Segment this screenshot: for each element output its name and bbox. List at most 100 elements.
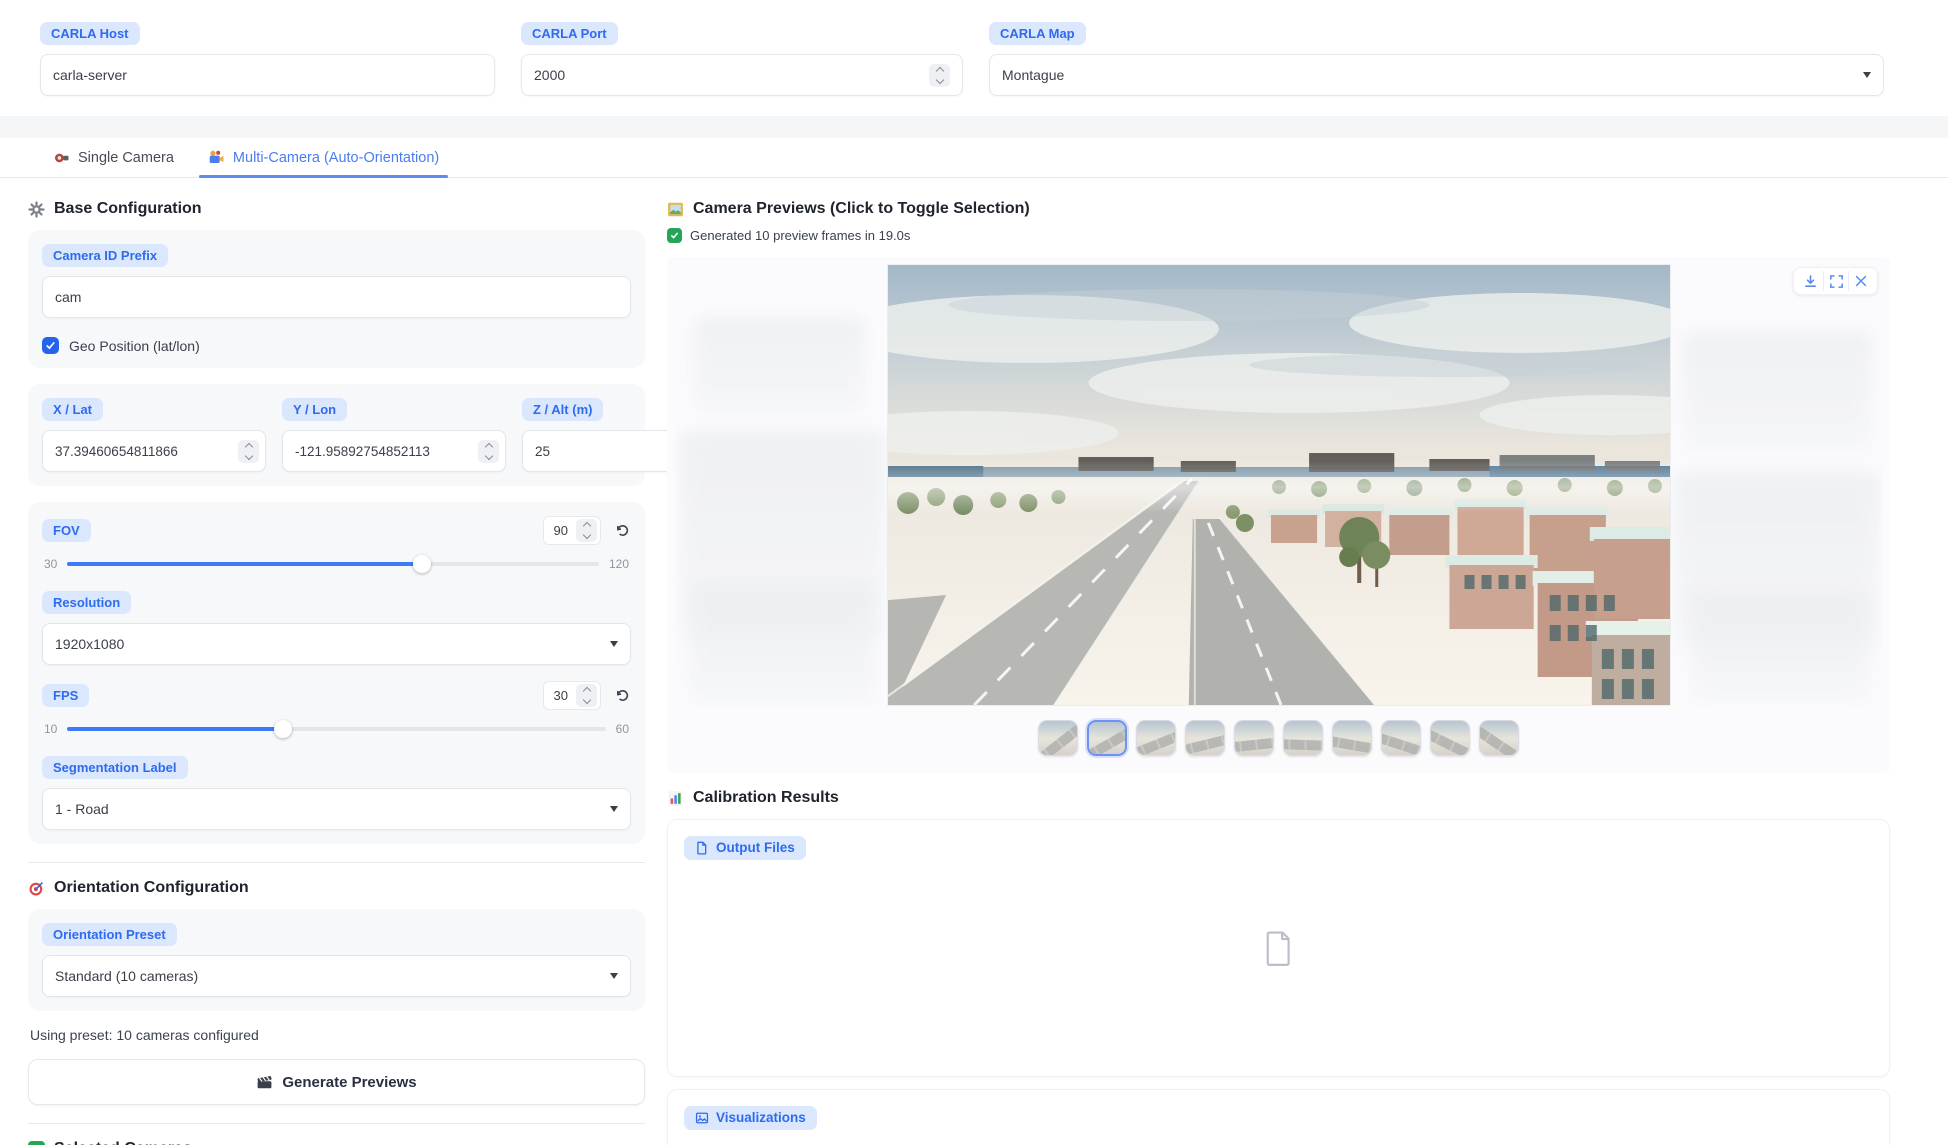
x-lat-label: X / Lat — [42, 398, 103, 421]
resolution-label: Resolution — [42, 591, 131, 614]
configuration-column: Base Configuration Camera ID Prefix Geo … — [28, 196, 645, 1145]
gallery-thumbnail-6[interactable] — [1283, 720, 1323, 756]
carla-host-label: CARLA Host — [40, 22, 140, 45]
image-icon — [695, 1111, 709, 1125]
fullscreen-icon — [1829, 274, 1844, 289]
multi-camera-icon — [208, 149, 225, 166]
port-spinner[interactable] — [929, 64, 950, 87]
output-files-panel: Output Files — [667, 819, 1890, 1077]
carla-port-input[interactable] — [534, 67, 929, 83]
fov-slider-handle[interactable] — [413, 555, 431, 573]
gallery-thumbnail-1[interactable] — [1038, 720, 1078, 756]
fps-label: FPS — [42, 684, 89, 707]
chevron-down-icon — [610, 973, 618, 979]
gallery-blur-left — [675, 271, 889, 707]
check-icon — [667, 228, 682, 243]
reset-icon — [615, 523, 630, 538]
base-configuration-heading: Base Configuration — [28, 200, 645, 218]
gallery-thumbnail-2[interactable] — [1087, 720, 1127, 756]
tab-multi-camera[interactable]: Multi-Camera (Auto-Orientation) — [195, 140, 452, 177]
generate-previews-button[interactable]: Generate Previews — [28, 1059, 645, 1105]
download-icon — [1803, 274, 1818, 289]
check-icon — [45, 340, 56, 351]
y-lon-input[interactable] — [295, 444, 472, 459]
fps-spinner[interactable] — [576, 684, 597, 707]
segmentation-select[interactable]: 1 - Road — [42, 788, 631, 830]
fullscreen-button[interactable] — [1823, 271, 1848, 291]
fps-slider-handle[interactable] — [274, 720, 292, 738]
gallery-thumbnail-10[interactable] — [1479, 720, 1519, 756]
camera-id-prefix-input[interactable] — [55, 289, 618, 305]
tab-multi-camera-label: Multi-Camera (Auto-Orientation) — [233, 150, 439, 166]
gallery-thumbnails — [667, 720, 1890, 756]
calibration-results-heading: Calibration Results — [667, 789, 1890, 807]
gallery-thumbnail-8[interactable] — [1381, 720, 1421, 756]
fps-reset-button[interactable] — [613, 687, 631, 705]
camera-preview-scene — [888, 265, 1670, 705]
carla-map-select[interactable]: Montague — [989, 54, 1884, 96]
tab-bar: Single Camera Multi-Camera (Auto-Orienta… — [0, 138, 1948, 178]
selected-cameras-heading: Selected Cameras — [28, 1140, 645, 1145]
gallery-thumbnail-3[interactable] — [1136, 720, 1176, 756]
gallery-panel — [667, 257, 1890, 773]
orientation-configuration-heading: Orientation Configuration — [28, 879, 645, 897]
camera-params-group: FOV 90 30 120 — [28, 502, 645, 844]
preset-status-text: Using preset: 10 cameras configured — [30, 1027, 643, 1043]
visualizations-label: Visualizations — [684, 1106, 817, 1130]
output-files-label: Output Files — [684, 836, 806, 860]
gallery-thumbnail-7[interactable] — [1332, 720, 1372, 756]
tab-single-camera[interactable]: Single Camera — [40, 140, 187, 177]
x-lat-spinner[interactable] — [238, 440, 259, 463]
section-gap — [0, 116, 1948, 138]
fov-reset-button[interactable] — [613, 522, 631, 540]
chevron-down-icon — [610, 806, 618, 812]
connection-settings: CARLA Host CARLA Port CARLA Map Montague — [0, 0, 1948, 116]
y-lon-spinner[interactable] — [478, 440, 499, 463]
picture-frame-icon — [667, 201, 684, 218]
gallery-thumbnail-9[interactable] — [1430, 720, 1470, 756]
gallery-thumbnail-4[interactable] — [1185, 720, 1225, 756]
fov-label: FOV — [42, 519, 91, 542]
fov-slider[interactable]: 30 120 — [44, 557, 629, 571]
resolution-value: 1920x1080 — [55, 636, 124, 652]
orientation-preset-group: Orientation Preset Standard (10 cameras) — [28, 909, 645, 1011]
resolution-select[interactable]: 1920x1080 — [42, 623, 631, 665]
clapperboard-icon — [256, 1074, 273, 1091]
carla-map-value: Montague — [1002, 67, 1064, 83]
check-icon — [28, 1141, 45, 1145]
fov-spinner[interactable] — [576, 519, 597, 542]
coordinates-group: X / Lat Y / Lon Z / Alt (m) — [28, 384, 645, 486]
fov-number-input[interactable]: 90 — [543, 516, 601, 545]
geo-position-label: Geo Position (lat/lon) — [69, 338, 200, 354]
visualizations-panel: Visualizations — [667, 1089, 1890, 1145]
prefix-group: Camera ID Prefix Geo Position (lat/lon) — [28, 230, 645, 368]
fps-slider[interactable]: 10 60 — [44, 722, 629, 736]
file-icon — [1264, 931, 1294, 967]
single-camera-icon — [53, 149, 70, 166]
tab-single-camera-label: Single Camera — [78, 150, 174, 166]
z-alt-label: Z / Alt (m) — [522, 398, 603, 421]
chevron-down-icon — [1863, 72, 1871, 78]
close-icon — [1854, 274, 1868, 288]
file-icon — [695, 841, 709, 855]
geo-position-checkbox[interactable] — [42, 337, 59, 354]
gallery-thumbnail-5[interactable] — [1234, 720, 1274, 756]
divider — [28, 862, 645, 863]
carla-host-input[interactable] — [53, 67, 482, 83]
segmentation-value: 1 - Road — [55, 801, 109, 817]
orientation-preset-value: Standard (10 cameras) — [55, 968, 198, 984]
gallery-toolbar — [1793, 267, 1878, 295]
target-icon — [28, 880, 45, 897]
bar-chart-icon — [667, 790, 684, 807]
orientation-preset-select[interactable]: Standard (10 cameras) — [42, 955, 631, 997]
generation-status: Generated 10 preview frames in 19.0s — [667, 228, 1890, 243]
gallery-main-image[interactable] — [888, 265, 1670, 705]
gallery-blur-right — [1668, 271, 1882, 707]
fps-number-input[interactable]: 30 — [543, 681, 601, 710]
x-lat-input[interactable] — [55, 444, 232, 459]
chevron-down-icon — [610, 641, 618, 647]
download-button[interactable] — [1798, 271, 1823, 291]
close-button[interactable] — [1848, 271, 1873, 291]
reset-icon — [615, 688, 630, 703]
gear-icon — [28, 201, 45, 218]
